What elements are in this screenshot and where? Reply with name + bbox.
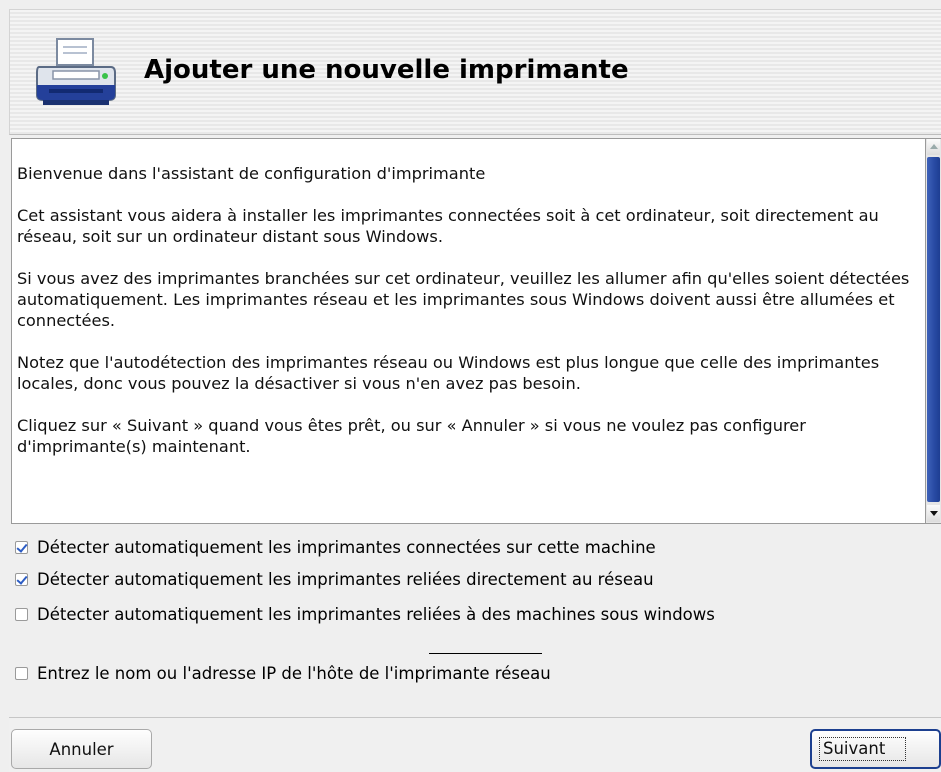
scroll-up-arrow-icon[interactable] — [927, 139, 940, 155]
intro-paragraph: Notez que l'autodétection des imprimante… — [17, 353, 880, 393]
checkbox-detect-local[interactable] — [15, 540, 28, 554]
option-label: Détecter automatiquement les imprimantes… — [37, 537, 656, 557]
intro-paragraph: Cet assistant vous aidera à installer le… — [17, 206, 879, 246]
intro-paragraph: Cliquez sur « Suivant » quand vous êtes … — [17, 416, 806, 456]
option-enter-host-ip[interactable]: Entrez le nom ou l'adresse IP de l'hôte … — [15, 662, 551, 684]
intro-text-area[interactable]: Bienvenue dans l'assistant de configurat… — [11, 138, 926, 524]
option-detect-local-printers[interactable]: Détecter automatiquement les imprimantes… — [15, 536, 656, 558]
checkbox-detect-windows[interactable] — [15, 607, 28, 621]
printer-icon — [36, 38, 116, 105]
intro-paragraph: Si vous avez des imprimantes branchées s… — [17, 269, 910, 330]
scroll-down-arrow-icon[interactable] — [927, 505, 940, 522]
option-label: Détecter automatiquement les imprimantes… — [37, 569, 654, 589]
wizard-header: Ajouter une nouvelle imprimante — [9, 9, 941, 135]
option-detect-windows-printers[interactable]: Détecter automatiquement les imprimantes… — [15, 603, 715, 625]
page-title: Ajouter une nouvelle imprimante — [144, 55, 629, 85]
next-button[interactable]: Suivant — [810, 729, 941, 769]
checkbox-enter-host[interactable] — [15, 666, 28, 680]
separator — [429, 653, 542, 654]
option-label: Entrez le nom ou l'adresse IP de l'hôte … — [37, 663, 551, 683]
cancel-button[interactable]: Annuler — [11, 729, 152, 769]
checkbox-detect-network[interactable] — [15, 572, 28, 586]
next-button-label: Suivant — [819, 737, 907, 761]
option-label: Détecter automatiquement les imprimantes… — [37, 604, 715, 624]
scrollbar-thumb[interactable] — [927, 157, 940, 502]
vertical-scrollbar[interactable] — [926, 138, 941, 524]
intro-paragraph: Bienvenue dans l'assistant de configurat… — [17, 164, 486, 183]
option-detect-network-printers[interactable]: Détecter automatiquement les imprimantes… — [15, 568, 654, 590]
